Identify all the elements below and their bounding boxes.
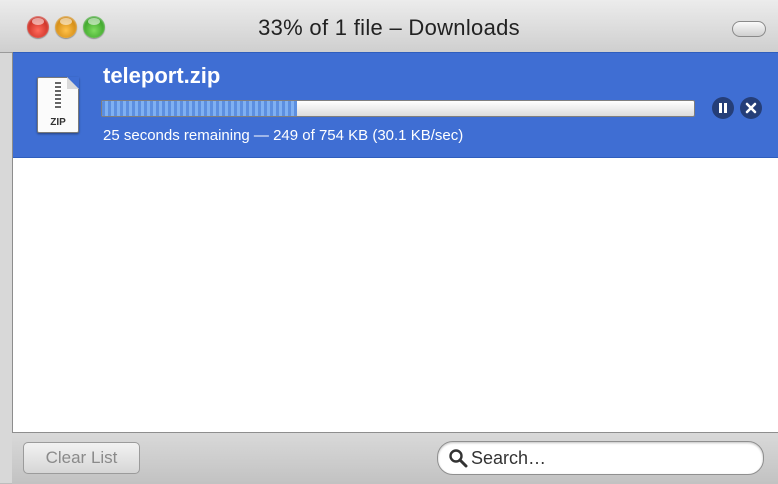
search-icon — [449, 449, 468, 468]
downloads-list[interactable]: ZIP teleport.zip 25 seconds remaining — … — [12, 52, 778, 432]
zip-file-icon: ZIP — [37, 77, 79, 133]
pause-download-button[interactable] — [712, 97, 734, 119]
download-item[interactable]: ZIP teleport.zip 25 seconds remaining — … — [13, 52, 778, 158]
page-fold — [67, 77, 79, 89]
progress-fill — [102, 101, 298, 116]
bottom-bar: Clear List Search… — [12, 432, 778, 484]
zip-icon-label: ZIP — [50, 117, 66, 128]
close-icon — [745, 102, 757, 114]
downloads-window: 33% of 1 file – Downloads ZIP teleport.z… — [0, 0, 778, 484]
clear-list-button[interactable]: Clear List — [23, 442, 140, 474]
window-title: 33% of 1 file – Downloads — [258, 15, 520, 40]
zipper-graphic — [55, 82, 61, 108]
search-field[interactable]: Search… — [437, 441, 764, 475]
download-filename: teleport.zip — [103, 63, 221, 88]
search-placeholder: Search… — [471, 448, 547, 468]
download-status-text: 25 seconds remaining — 249 of 754 KB (30… — [103, 127, 464, 144]
title-bar: 33% of 1 file – Downloads — [0, 0, 778, 53]
stop-download-button[interactable] — [740, 97, 762, 119]
pause-icon — [719, 103, 727, 113]
toolbar-toggle-button[interactable] — [732, 21, 766, 37]
download-progress-bar — [101, 100, 695, 117]
